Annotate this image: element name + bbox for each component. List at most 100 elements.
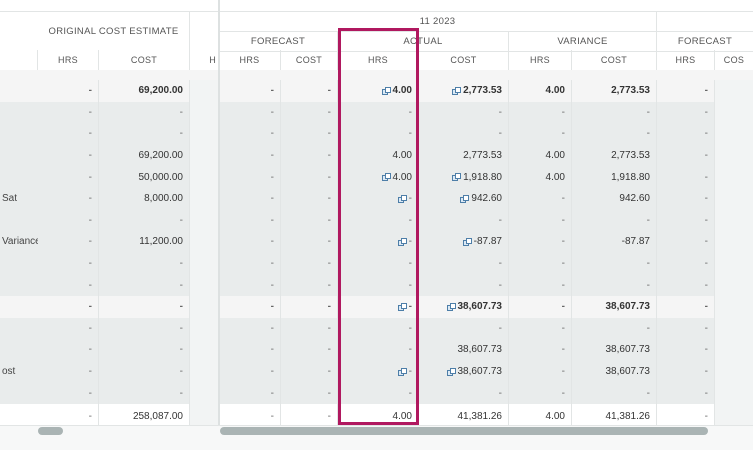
table-row[interactable]: - - - - - 38,607.73 - 38,607.73 -: [0, 339, 753, 362]
cell-a-hrs[interactable]: -: [338, 317, 419, 340]
cell-v-cost[interactable]: -: [572, 382, 657, 404]
cell-oce-cost[interactable]: -: [99, 339, 190, 361]
cell-a-cost[interactable]: -: [419, 123, 509, 145]
cell-oce-cost[interactable]: -: [99, 252, 190, 275]
cell-f2-hrs[interactable]: -: [657, 274, 715, 296]
cell-a-hrs[interactable]: -: [338, 252, 419, 275]
table-row[interactable]: - - - - - 38,607.73 - 38,607.73 -: [0, 296, 753, 319]
cell-v-hrs[interactable]: -: [509, 274, 572, 296]
cell-v-cost[interactable]: -: [572, 317, 657, 340]
cell-name[interactable]: Variance: [0, 231, 38, 253]
cell-h-cut[interactable]: [190, 101, 219, 124]
cell-name[interactable]: [0, 318, 38, 340]
table-row[interactable]: ---------: [0, 252, 753, 276]
table-row[interactable]: ---------: [0, 209, 753, 233]
cell-a-hrs[interactable]: -: [338, 209, 419, 232]
cell-v-cost[interactable]: 38,607.73: [572, 339, 657, 361]
cell-oce-cost[interactable]: -: [99, 317, 190, 340]
cell-f-hrs[interactable]: -: [219, 80, 281, 102]
cell-oce-hrs[interactable]: -: [38, 360, 99, 383]
actual-hrs-header[interactable]: HRS: [338, 50, 419, 70]
cell-v-cost[interactable]: -: [572, 274, 657, 296]
cell-f-hrs[interactable]: -: [219, 339, 281, 361]
cell-v-hrs[interactable]: 4.00: [509, 166, 572, 188]
cell-v-cost[interactable]: -: [572, 101, 657, 124]
cell-v-cost[interactable]: 41,381.26: [572, 404, 657, 425]
cell-oce-hrs[interactable]: -: [38, 166, 99, 188]
cell-oce-cost[interactable]: 8,000.00: [99, 188, 190, 210]
cell-f-cost[interactable]: -: [281, 188, 338, 210]
cell-a-cost[interactable]: 2,773.53: [419, 144, 509, 167]
cell-a-hrs[interactable]: 4.00: [338, 404, 419, 425]
cell-f-hrs[interactable]: -: [219, 360, 281, 383]
cell-oce-hrs[interactable]: -: [38, 80, 99, 102]
cell-v-hrs[interactable]: -: [509, 209, 572, 232]
cell-f2-hrs[interactable]: -: [657, 209, 715, 232]
cell-a-cost[interactable]: -: [419, 252, 509, 275]
cell-name[interactable]: [0, 296, 38, 318]
cell-f2-hrs[interactable]: -: [657, 188, 715, 210]
cell-f-cost[interactable]: -: [281, 382, 338, 404]
table-row[interactable]: - 69,200.00 - - 4.00 2,773.53 4.00 2,773.53 -: [0, 80, 753, 103]
cell-a-cost[interactable]: 942.60: [419, 188, 509, 210]
cell-a-cost[interactable]: -87.87: [419, 231, 509, 253]
cell-f-cost[interactable]: -: [281, 296, 338, 318]
cell-h-cut[interactable]: [190, 209, 219, 232]
cell-a-hrs[interactable]: -: [338, 101, 419, 124]
table-row[interactable]: ost - - - - - 38,607.73 - 38,607.73 -: [0, 360, 753, 384]
table-row[interactable]: ---------: [0, 274, 753, 297]
cell-h-cut[interactable]: [190, 252, 219, 275]
actual-cost-header[interactable]: COST: [419, 50, 509, 70]
cell-oce-cost[interactable]: -: [99, 123, 190, 145]
cell-f2-hrs[interactable]: -: [657, 231, 715, 253]
cell-f2-cost[interactable]: [715, 404, 753, 425]
cell-oce-hrs[interactable]: -: [38, 274, 99, 296]
copy-link-icon[interactable]: [446, 302, 456, 311]
cell-f-hrs[interactable]: -: [219, 252, 281, 275]
cell-f-cost[interactable]: -: [281, 209, 338, 232]
cell-f-cost[interactable]: -: [281, 144, 338, 167]
cell-name[interactable]: [0, 166, 38, 188]
cell-f2-cost[interactable]: [715, 252, 753, 275]
cell-a-cost[interactable]: -: [419, 209, 509, 232]
cell-f-cost[interactable]: -: [281, 317, 338, 340]
oce-hrs-header[interactable]: HRS: [38, 50, 99, 70]
copy-link-icon[interactable]: [397, 237, 407, 246]
cell-h-cut[interactable]: [190, 80, 219, 102]
variance-hrs-header[interactable]: HRS: [509, 50, 572, 70]
cell-f2-cost[interactable]: [715, 360, 753, 383]
cell-f2-cost[interactable]: [715, 209, 753, 232]
cell-a-hrs[interactable]: -: [338, 296, 419, 318]
cell-f-hrs[interactable]: -: [219, 166, 281, 188]
cell-v-cost[interactable]: 38,607.73: [572, 360, 657, 383]
cell-v-hrs[interactable]: -: [509, 101, 572, 124]
cell-oce-hrs[interactable]: -: [38, 188, 99, 210]
cell-oce-cost[interactable]: 69,200.00: [99, 80, 190, 102]
main-scrollbar-thumb[interactable]: [220, 427, 708, 435]
cell-oce-hrs[interactable]: -: [38, 404, 99, 425]
cell-v-cost[interactable]: 38,607.73: [572, 296, 657, 318]
cell-a-cost[interactable]: -: [419, 317, 509, 340]
cell-f2-cost[interactable]: [715, 296, 753, 318]
cell-f2-cost[interactable]: [715, 80, 753, 102]
cell-a-cost[interactable]: 38,607.73: [419, 296, 509, 318]
cell-f2-cost[interactable]: [715, 166, 753, 188]
h-cut-header[interactable]: H: [190, 50, 219, 70]
cell-h-cut[interactable]: [190, 123, 219, 145]
cell-v-hrs[interactable]: -: [509, 252, 572, 275]
cell-h-cut[interactable]: [190, 360, 219, 383]
copy-link-icon[interactable]: [452, 173, 462, 182]
cell-v-cost[interactable]: -: [572, 252, 657, 275]
cell-f-hrs[interactable]: -: [219, 317, 281, 340]
copy-link-icon[interactable]: [381, 86, 391, 95]
cell-f-cost[interactable]: -: [281, 101, 338, 124]
cell-name[interactable]: [0, 80, 38, 102]
cell-f2-cost[interactable]: [715, 231, 753, 253]
cell-a-hrs[interactable]: -: [338, 339, 419, 361]
cell-name[interactable]: [0, 274, 38, 296]
cell-v-hrs[interactable]: -: [509, 382, 572, 404]
cell-f-cost[interactable]: -: [281, 360, 338, 383]
copy-link-icon[interactable]: [381, 173, 391, 182]
cell-v-hrs[interactable]: -: [509, 188, 572, 210]
cell-a-hrs[interactable]: -: [338, 231, 419, 253]
